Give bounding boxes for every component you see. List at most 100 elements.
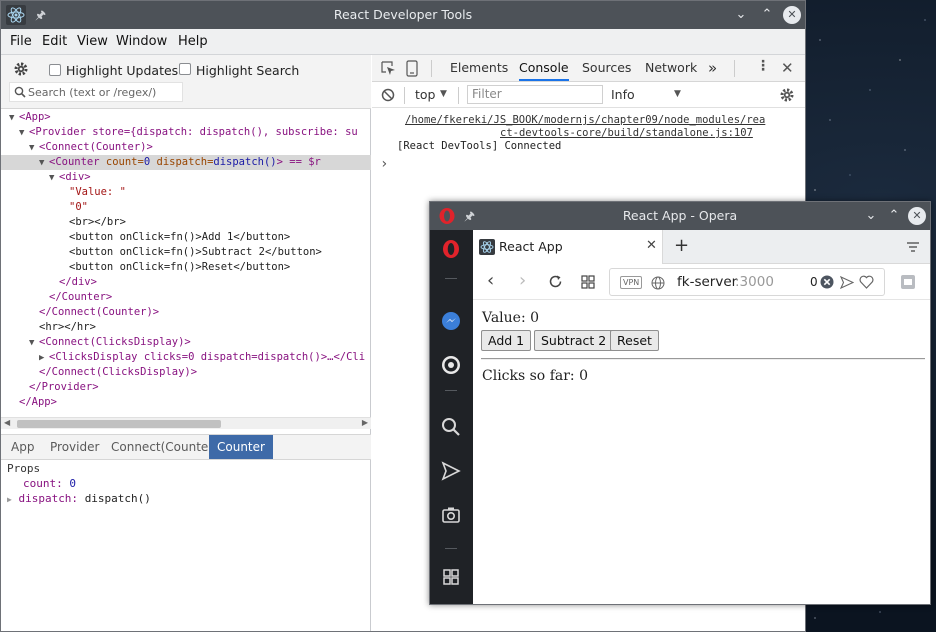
filter-input[interactable]: Filter — [467, 85, 603, 104]
chevron-down-icon[interactable]: ▼ — [440, 89, 447, 99]
minimize-button[interactable]: ⌄ — [730, 4, 752, 26]
snapshot-icon[interactable] — [900, 274, 916, 290]
scroll-right-icon[interactable]: ▶ — [362, 418, 368, 427]
console-prompt[interactable]: › — [380, 157, 388, 171]
messenger-icon[interactable] — [440, 310, 462, 332]
breadcrumb-counter[interactable]: Counter — [209, 435, 273, 459]
close-button[interactable]: ✕ — [783, 6, 801, 24]
chevron-down-icon[interactable]: ▼ — [674, 89, 681, 99]
vpn-badge[interactable]: VPN — [620, 276, 643, 289]
highlight-search-checkbox[interactable] — [179, 63, 191, 75]
tree-row-div[interactable]: ▼ <div> — [1, 170, 371, 185]
tree-row-button[interactable]: <button onClick=fn()>Reset</button> — [1, 260, 371, 275]
ad-block-count[interactable]: 0 — [810, 275, 818, 289]
tab-sources[interactable]: Sources — [582, 55, 631, 81]
tree-row-connect-counter[interactable]: ▼ <Connect(Counter)> — [1, 140, 371, 155]
speed-dial-icon[interactable] — [581, 275, 595, 289]
menu-file[interactable]: File — [10, 34, 32, 49]
context-selector[interactable]: top — [415, 87, 435, 102]
tree-row-app[interactable]: ▼ <App> — [1, 110, 371, 125]
browser-tab[interactable]: React App ✕ — [473, 230, 663, 264]
inspect-element-icon[interactable] — [381, 61, 396, 76]
maximize-button[interactable]: ⌃ — [883, 205, 905, 227]
kebab-menu-icon[interactable]: ⋮ — [756, 58, 770, 74]
gear-icon[interactable] — [779, 87, 795, 103]
reload-icon[interactable] — [548, 274, 563, 289]
breadcrumb-connect-counter[interactable]: Connect(Counter) — [107, 435, 222, 459]
menu-help[interactable]: Help — [178, 34, 208, 49]
forward-button[interactable]: › — [519, 270, 526, 291]
source-link-line2[interactable]: ct-devtools-core/build/standalone.js:107 — [500, 127, 753, 140]
window-titlebar[interactable]: 🖈 React App - Opera ⌄ ⌃ ✕ — [430, 202, 930, 230]
tree-row-app-close[interactable]: </App> — [1, 395, 371, 410]
tree-row-counter-close[interactable]: </Counter> — [1, 290, 371, 305]
collapse-arrow-icon[interactable]: ▼ — [29, 336, 39, 351]
window-titlebar[interactable]: 🖈 React Developer Tools ⌄ ⌃ ✕ — [1, 1, 805, 29]
prop-dispatch[interactable]: ▶ dispatch: dispatch() — [7, 491, 151, 507]
close-icon[interactable]: ✕ — [781, 59, 794, 77]
opera-menu-icon[interactable] — [440, 238, 462, 260]
tab-elements[interactable]: Elements — [450, 55, 508, 81]
expand-arrow-icon[interactable]: ▶ — [39, 351, 49, 366]
tab-menu-icon[interactable] — [905, 239, 921, 255]
tree-row-hr[interactable]: <hr></hr> — [1, 320, 371, 335]
tree-row-clicks-display[interactable]: ▶ <ClicksDisplay clicks=0 dispatch=dispat… — [1, 350, 371, 365]
prop-count[interactable]: count: 0 — [23, 476, 76, 491]
tree-row-text[interactable]: "Value: " — [1, 185, 371, 200]
clear-console-icon[interactable] — [381, 88, 395, 102]
highlight-updates-checkbox[interactable] — [49, 64, 61, 76]
close-button[interactable]: ✕ — [908, 207, 926, 225]
scrollbar-thumb[interactable] — [17, 420, 221, 428]
menu-view[interactable]: View — [77, 34, 108, 49]
tree-row-br[interactable]: <br></br> — [1, 215, 371, 230]
tree-row-provider[interactable]: ▼ <Provider store={dispatch: dispatch(), … — [1, 125, 371, 140]
minimize-button[interactable]: ⌄ — [860, 205, 882, 227]
send-icon[interactable] — [840, 276, 854, 289]
search-input[interactable] — [28, 84, 178, 100]
globe-icon[interactable] — [651, 276, 665, 290]
expand-arrow-icon[interactable]: ▶ — [7, 495, 12, 504]
collapse-arrow-icon[interactable]: ▼ — [39, 156, 49, 171]
new-tab-button[interactable]: + — [674, 235, 689, 256]
breadcrumb-provider[interactable]: Provider — [46, 435, 103, 459]
back-button[interactable]: ‹ — [487, 270, 494, 291]
tab-network[interactable]: Network — [645, 55, 697, 81]
tree-row-button[interactable]: <button onClick=fn()>Subtract 2</button> — [1, 245, 371, 260]
collapse-arrow-icon[interactable]: ▼ — [9, 111, 19, 126]
add-1-button[interactable]: Add 1 — [481, 330, 532, 351]
device-toolbar-icon[interactable] — [406, 60, 418, 77]
address-bar[interactable]: VPN fk-server :3000 0 — [609, 268, 885, 296]
collapse-arrow-icon[interactable]: ▼ — [49, 171, 59, 186]
subtract-2-button[interactable]: Subtract 2 — [534, 330, 614, 351]
close-tab-icon[interactable]: ✕ — [646, 238, 657, 253]
reset-button[interactable]: Reset — [610, 330, 659, 351]
log-level-selector[interactable]: Info — [611, 87, 635, 102]
tree-row-provider-close[interactable]: </Provider> — [1, 380, 371, 395]
ad-block-icon[interactable] — [820, 275, 834, 289]
tab-console[interactable]: Console — [519, 55, 569, 81]
collapse-arrow-icon[interactable]: ▼ — [29, 141, 39, 156]
gear-icon[interactable] — [13, 61, 29, 77]
send-icon[interactable] — [440, 460, 462, 482]
grid-icon[interactable] — [440, 566, 462, 588]
tree-row-div-close[interactable]: </div> — [1, 275, 371, 290]
tree-row-counter-selected[interactable]: ▼ <Counter count=0 dispatch=dispatch()> =… — [1, 155, 371, 170]
whatsapp-icon[interactable] — [440, 354, 462, 376]
source-link-line1[interactable]: /home/fkereki/JS_BOOK/modernjs/chapter09… — [405, 114, 765, 127]
maximize-button[interactable]: ⌃ — [756, 4, 778, 26]
more-tabs-icon[interactable]: » — [708, 55, 717, 81]
tree-row-text[interactable]: "0" — [1, 200, 371, 215]
breadcrumb-app[interactable]: App — [7, 435, 38, 459]
camera-icon[interactable] — [440, 504, 462, 526]
tree-row-connect-clicks-close[interactable]: </Connect(ClicksDisplay)> — [1, 365, 371, 380]
menu-edit[interactable]: Edit — [42, 34, 67, 49]
heart-icon[interactable] — [859, 275, 874, 289]
horizontal-scrollbar[interactable]: ◀ ▶ — [1, 417, 371, 429]
menu-window[interactable]: Window — [116, 34, 167, 49]
tree-row-button[interactable]: <button onClick=fn()>Add 1</button> — [1, 230, 371, 245]
search-icon[interactable] — [440, 416, 462, 438]
tree-row-connect-counter-close[interactable]: </Connect(Counter)> — [1, 305, 371, 320]
scroll-left-icon[interactable]: ◀ — [4, 418, 10, 427]
collapse-arrow-icon[interactable]: ▼ — [19, 126, 29, 141]
tree-row-connect-clicks[interactable]: ▼ <Connect(ClicksDisplay)> — [1, 335, 371, 350]
